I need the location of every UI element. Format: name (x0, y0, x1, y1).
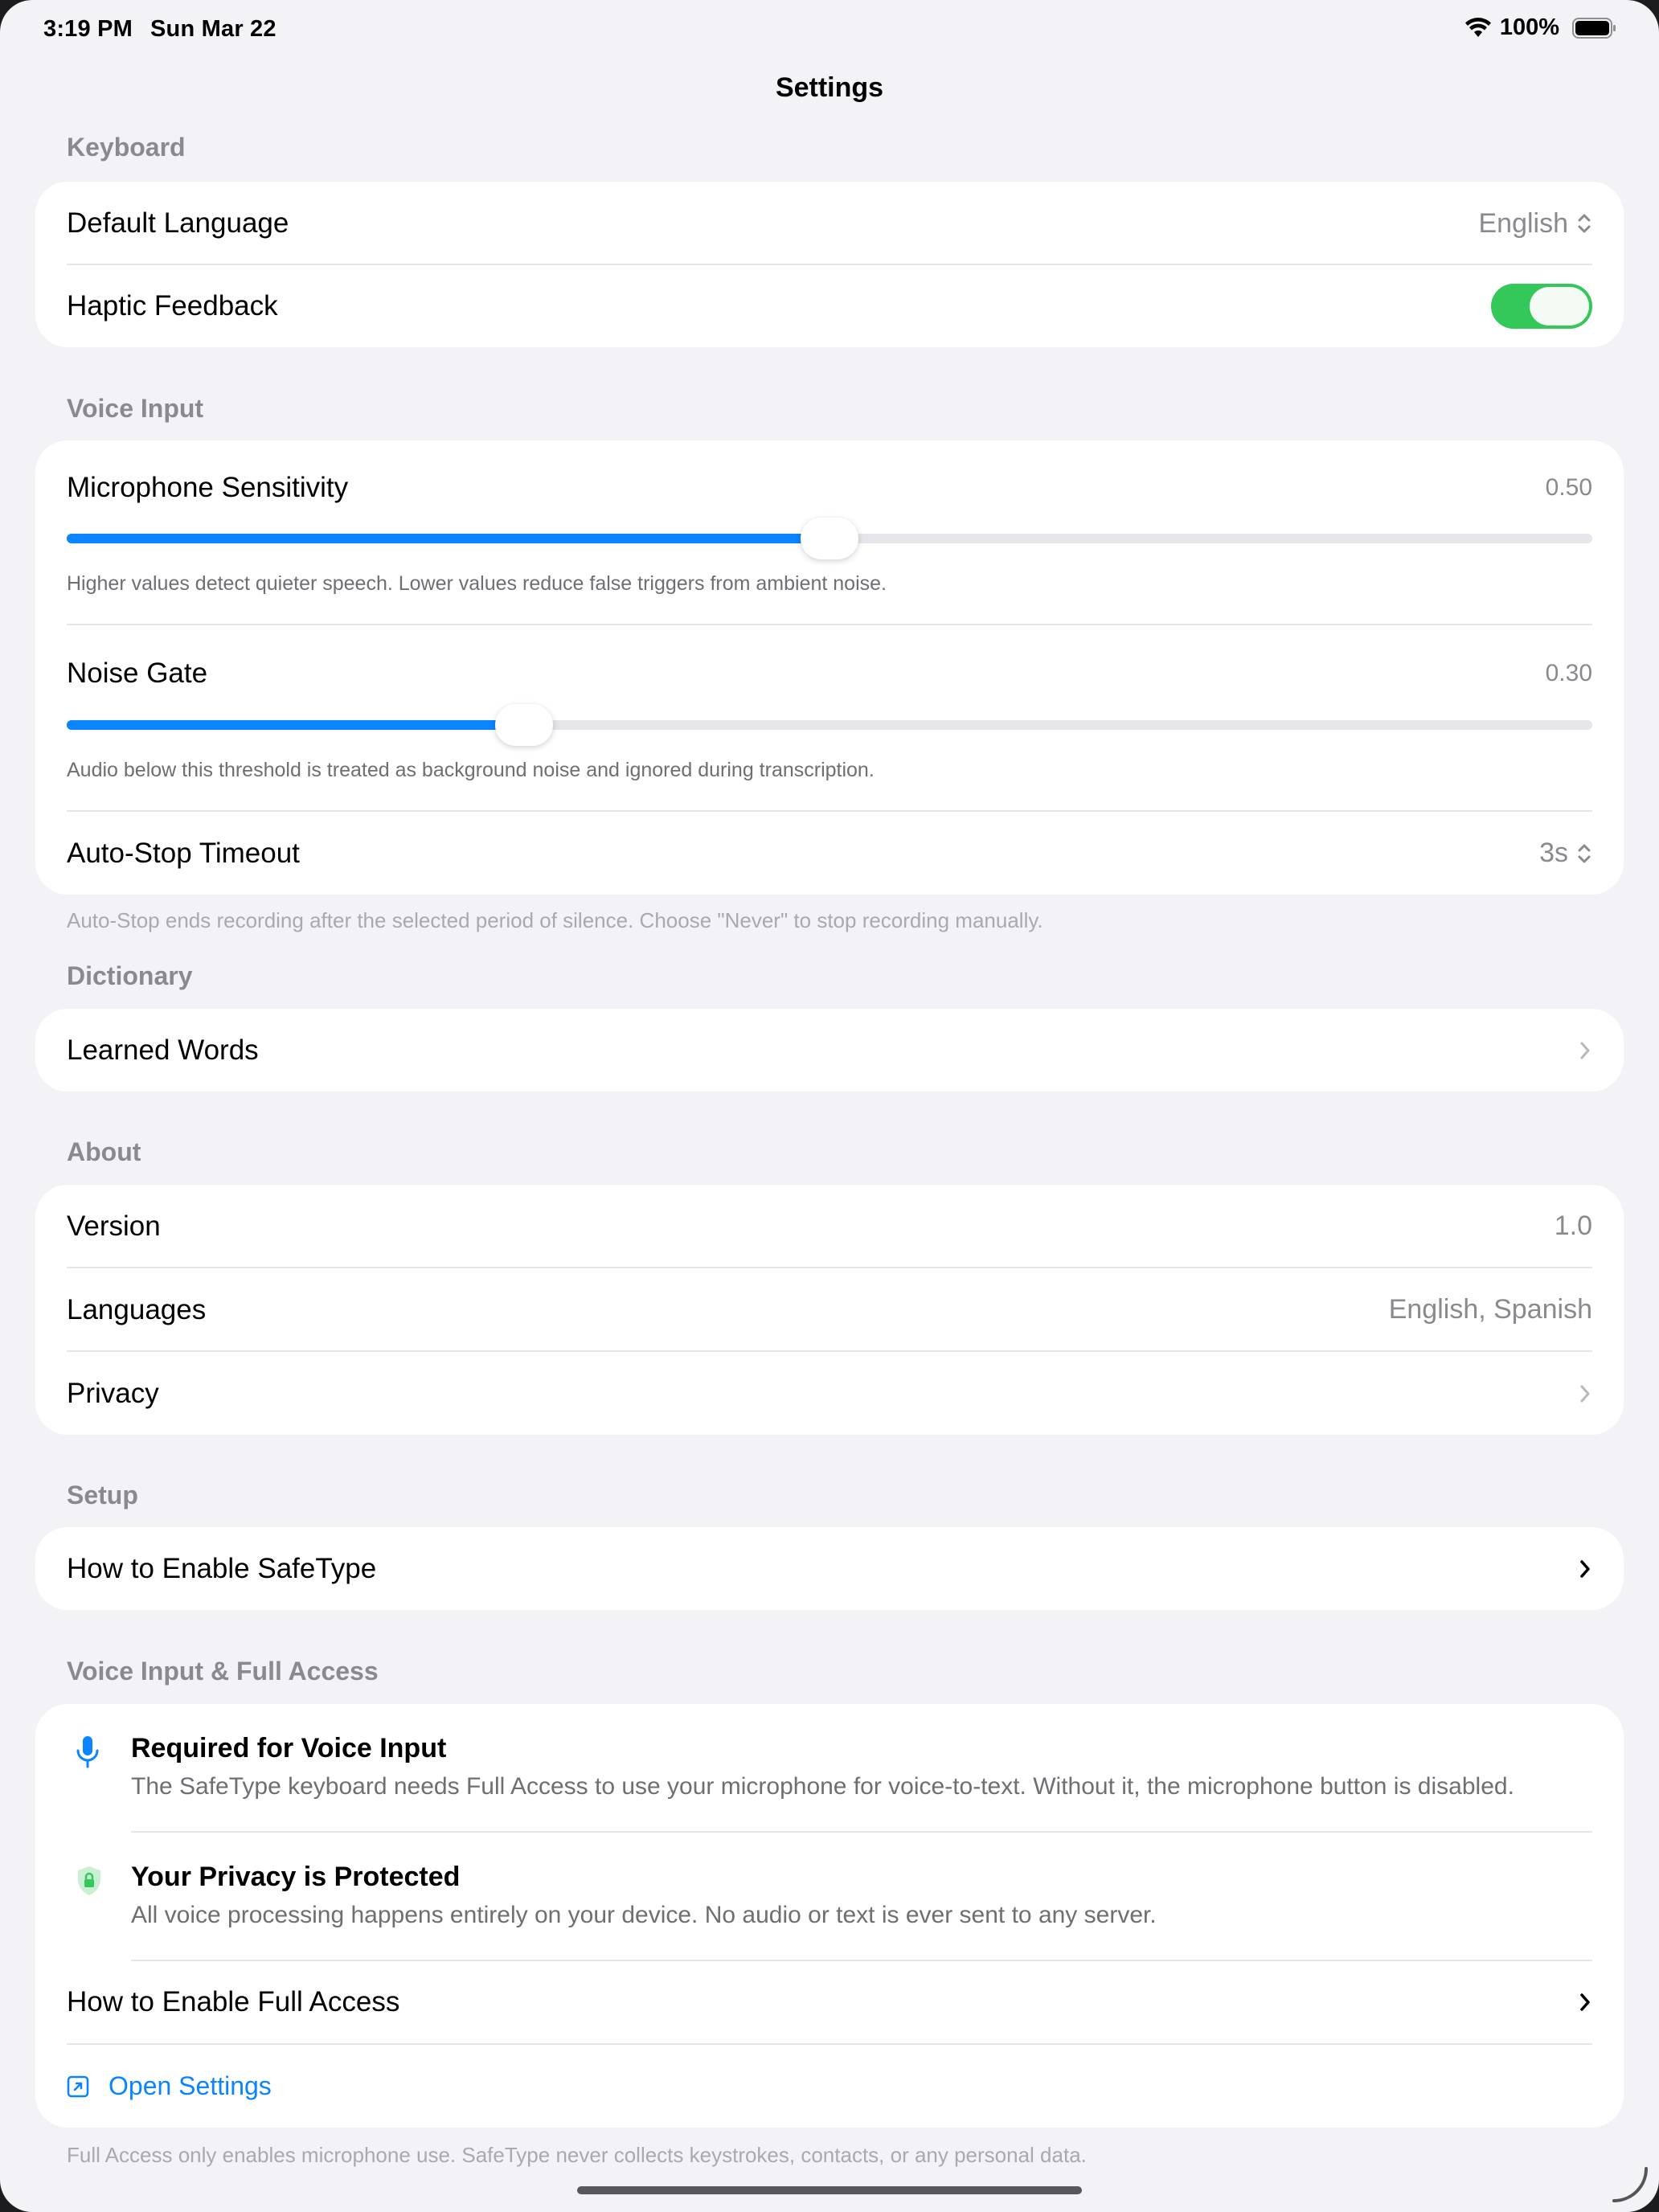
noise-gate-slider[interactable] (67, 704, 1592, 746)
mic-sensitivity-hint: Higher values detect quieter speech. Low… (67, 572, 887, 595)
wifi-icon (1464, 17, 1491, 37)
battery-percent: 100% (1499, 14, 1559, 40)
auto-stop-label: Auto-Stop Timeout (67, 837, 300, 869)
external-link-icon (67, 2075, 89, 2097)
section-header-voice-input: Voice Input (67, 394, 204, 423)
enable-safetype-label: How to Enable SafeType (67, 1552, 377, 1584)
version-row: Version 1.0 (67, 1185, 1592, 1268)
noise-gate-label: Noise Gate (67, 657, 208, 689)
privacy-label: Privacy (67, 1377, 159, 1409)
mic-sensitivity-row: Microphone Sensitivity 0.50 (67, 468, 1592, 508)
chevron-up-down-icon (1578, 844, 1591, 862)
required-description: The SafeType keyboard needs Full Access … (131, 1773, 1514, 1800)
learned-words-row[interactable]: Learned Words (67, 1009, 1592, 1092)
section-header-keyboard: Keyboard (67, 133, 186, 162)
chevron-right-icon (1580, 1385, 1590, 1402)
status-indicators: 100% (1464, 14, 1617, 41)
divider (131, 1831, 1592, 1833)
page-title: Settings (775, 72, 884, 103)
status-time-date: 3:19 PM Sun Mar 22 (43, 16, 294, 43)
toggle-knob (1530, 287, 1589, 326)
divider (67, 624, 1592, 625)
auto-stop-value: 3s (1539, 838, 1568, 868)
microphone-icon (76, 1736, 99, 1768)
chevron-right-icon (1580, 1993, 1590, 2011)
full-access-footnote: Full Access only enables microphone use.… (67, 2143, 1087, 2167)
enable-safetype-row[interactable]: How to Enable SafeType (67, 1527, 1592, 1610)
noise-gate-value: 0.30 (1545, 660, 1592, 686)
resize-corner-icon[interactable] (1611, 2162, 1651, 2204)
default-language-picker[interactable]: English (1478, 208, 1592, 240)
haptic-feedback-toggle[interactable] (1491, 284, 1592, 329)
section-header-about: About (67, 1137, 141, 1166)
chevron-right-icon (1580, 1559, 1590, 1578)
section-header-dictionary: Dictionary (67, 961, 193, 990)
noise-gate-hint: Audio below this threshold is treated as… (67, 759, 875, 781)
open-settings-link[interactable]: Open Settings (109, 2071, 272, 2101)
mic-sensitivity-value: 0.50 (1545, 474, 1592, 501)
settings-screen: 3:19 PM Sun Mar 22 100% Settings Keyboard… (0, 0, 1659, 2212)
privacy-row[interactable]: Privacy (67, 1352, 1592, 1435)
battery-icon (1572, 17, 1616, 39)
slider-thumb[interactable] (495, 704, 554, 746)
slider-thumb[interactable] (801, 518, 858, 559)
voice-input-card: Microphone Sensitivity 0.50 Higher value… (35, 440, 1624, 895)
learned-words-label: Learned Words (67, 1034, 259, 1066)
section-header-full-access: Voice Input & Full Access (67, 1657, 379, 1686)
languages-value: English, Spanish (1388, 1294, 1592, 1325)
home-indicator[interactable] (577, 2186, 1082, 2194)
status-bar: 3:19 PM Sun Mar 22 100% (0, 0, 1659, 58)
languages-row: Languages English, Spanish (67, 1268, 1592, 1351)
setup-card: How to Enable SafeType (35, 1527, 1624, 1610)
status-time: 3:19 PM (43, 16, 133, 42)
haptic-feedback-row: Haptic Feedback (67, 265, 1592, 347)
mic-sensitivity-slider[interactable] (67, 518, 1592, 559)
chevron-right-icon (1580, 1042, 1590, 1059)
privacy-protected-title: Your Privacy is Protected (131, 1862, 461, 1892)
enable-full-access-label: How to Enable Full Access (67, 1986, 400, 2017)
default-language-value: English (1478, 207, 1568, 239)
noise-gate-row: Noise Gate 0.30 (67, 653, 1592, 694)
enable-full-access-row[interactable]: How to Enable Full Access (67, 1961, 1592, 2043)
open-settings-row[interactable]: Open Settings (67, 2045, 1592, 2128)
required-title: Required for Voice Input (131, 1733, 447, 1763)
chevron-up-down-icon (1578, 214, 1591, 233)
about-card: Version 1.0 Languages English, Spanish P… (35, 1185, 1624, 1435)
default-language-row[interactable]: Default Language English (67, 182, 1592, 265)
privacy-protected-description: All voice processing happens entirely on… (131, 1902, 1157, 1928)
section-header-setup: Setup (67, 1481, 138, 1509)
default-language-label: Default Language (67, 207, 289, 239)
slider-fill (67, 534, 830, 543)
auto-stop-footnote: Auto-Stop ends recording after the selec… (67, 908, 1043, 932)
slider-fill (67, 720, 525, 730)
languages-label: Languages (67, 1293, 207, 1325)
full-access-card: Required for Voice Input The SafeType ke… (35, 1704, 1624, 2128)
shield-lock-icon (78, 1866, 100, 1895)
auto-stop-picker[interactable]: 3s (1539, 838, 1592, 869)
keyboard-card: Default Language English Haptic Feedback (35, 182, 1624, 347)
version-label: Version (67, 1210, 161, 1242)
auto-stop-row[interactable]: Auto-Stop Timeout 3s (67, 812, 1592, 895)
dictionary-card: Learned Words (35, 1009, 1624, 1092)
version-value: 1.0 (1554, 1210, 1592, 1241)
status-date: Sun Mar 22 (150, 16, 276, 42)
mic-sensitivity-label: Microphone Sensitivity (67, 472, 349, 503)
haptic-feedback-label: Haptic Feedback (67, 290, 278, 322)
